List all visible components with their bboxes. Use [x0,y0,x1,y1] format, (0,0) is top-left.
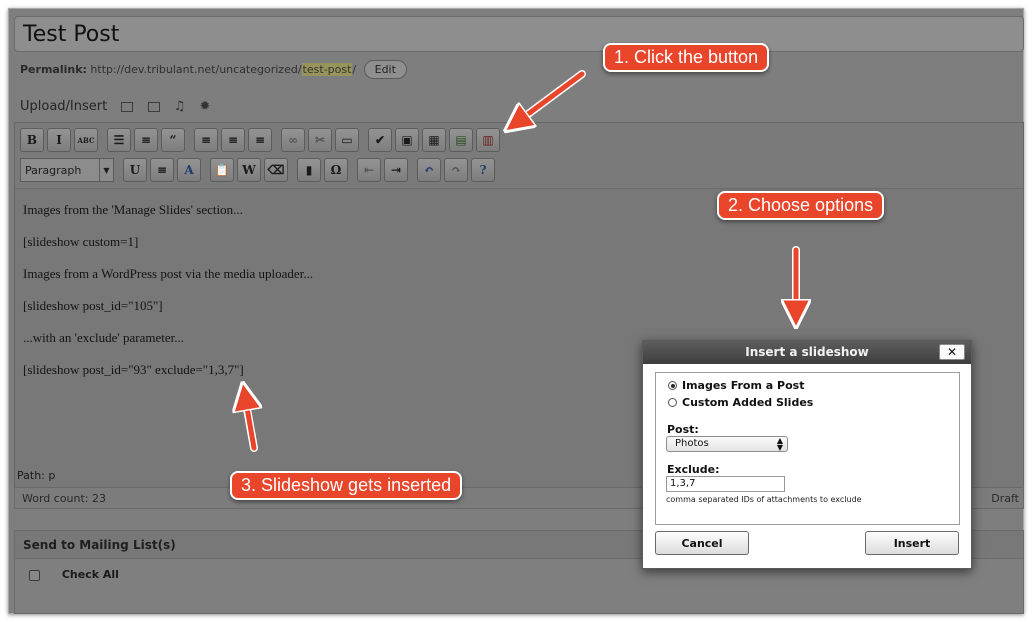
radio-custom-slides[interactable]: Custom Added Slides [668,396,959,409]
cancel-button[interactable]: Cancel [655,531,749,555]
insert-slideshow-dialog: Insert a slideshow ✕ Images From a Post … [642,340,972,569]
close-icon[interactable]: ✕ [939,344,965,360]
dialog-title: Insert a slideshow [745,345,869,359]
post-select-value: Photos [675,438,709,449]
insert-button[interactable]: Insert [865,531,959,555]
dialog-body: Images From a Post Custom Added Slides P… [655,372,960,525]
dialog-header: Insert a slideshow ✕ [643,341,971,364]
exclude-hint: comma separated IDs of attachments to ex… [666,495,862,504]
radio-images-from-post[interactable]: Images From a Post [668,379,959,392]
callout-step-1: 1. Click the button [603,43,770,72]
radio-unselected-icon[interactable] [668,398,677,407]
callout-step-2: 2. Choose options [717,191,885,220]
post-label: Post: [667,423,699,436]
post-select[interactable]: Photos ▲ ▼ [666,436,788,452]
updown-chevron-icon: ▲ ▼ [776,436,783,452]
radio-selected-icon[interactable] [668,381,677,390]
callout-step-3: 3. Slideshow gets inserted [230,471,463,500]
arrow-to-button [512,70,586,126]
exclude-label: Exclude: [667,463,720,476]
radio-images-from-post-label: Images From a Post [682,379,805,392]
exclude-input[interactable]: 1,3,7 [666,476,785,492]
radio-custom-slides-label: Custom Added Slides [682,396,814,409]
arrow-to-shortcode [244,392,254,452]
